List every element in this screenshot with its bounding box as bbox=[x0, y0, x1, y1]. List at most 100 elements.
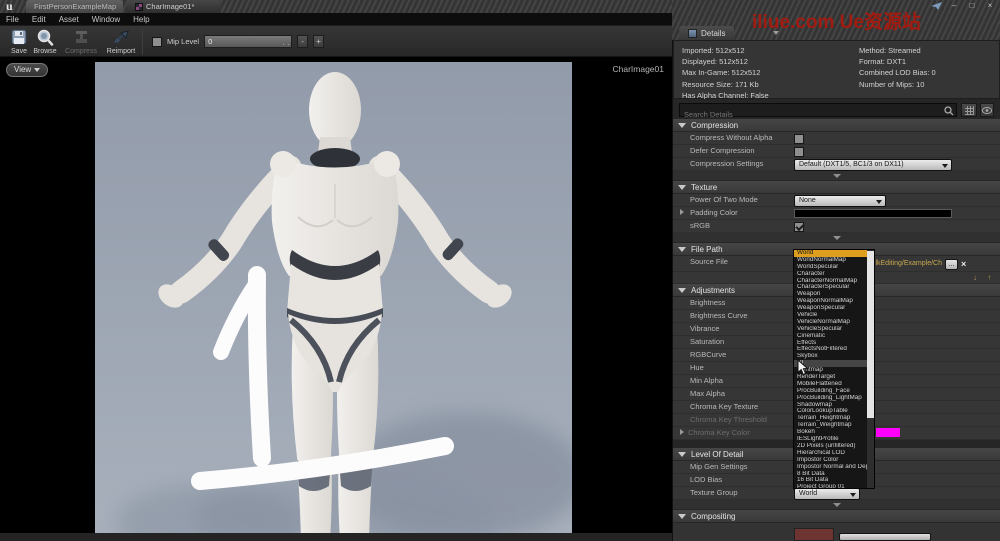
menu-item-window[interactable]: Window bbox=[92, 15, 120, 24]
texture-preview-image[interactable] bbox=[95, 62, 572, 541]
dropdown-item-2d-pixels-unfiltered[interactable]: 2D Pixels (unfiltered) bbox=[794, 443, 867, 450]
mip-level-increment-button[interactable]: + bbox=[313, 35, 324, 48]
menu-item-file[interactable]: File bbox=[6, 15, 19, 24]
browse-button[interactable]: Browse bbox=[28, 28, 62, 56]
compress-label: Compress bbox=[65, 48, 97, 55]
dropdown-item-ieslightprofile[interactable]: IESLightProfile bbox=[794, 436, 867, 443]
mip-level-label: Mip Level bbox=[167, 37, 199, 46]
dropdown-item-vehiclespecular[interactable]: VehicleSpecular bbox=[794, 326, 867, 333]
dropdown-item-impostor-normal-and-depth[interactable]: Impostor Normal and Depth bbox=[794, 464, 867, 471]
dropdown-item-world[interactable]: World bbox=[794, 250, 867, 257]
section-title: Compositing bbox=[691, 512, 735, 521]
minimize-button[interactable]: – bbox=[948, 1, 960, 11]
eye-icon bbox=[982, 107, 992, 114]
reimport-button[interactable]: Reimport bbox=[102, 28, 140, 56]
section-expander[interactable] bbox=[673, 171, 1000, 181]
dropdown-item-procbuilding-face[interactable]: ProcBuilding_Face bbox=[794, 388, 867, 395]
row-compress-without-alpha: Compress Without Alpha bbox=[673, 132, 1000, 145]
tab-details[interactable]: Details bbox=[679, 26, 734, 40]
texture-group-dropdown[interactable]: World bbox=[794, 488, 860, 500]
tab-charimage01[interactable]: CharImage01* bbox=[127, 0, 221, 13]
dropdown-item-effects[interactable]: Effects bbox=[794, 340, 867, 347]
chroma-key-color-swatch[interactable] bbox=[876, 428, 900, 437]
dropdown-item-weaponspecular[interactable]: WeaponSpecular bbox=[794, 305, 867, 312]
dropdown-item-hierarchical-lod[interactable]: Hierarchical LOD bbox=[794, 450, 867, 457]
dropdown-item-procbuilding-lightmap[interactable]: ProcBuilding_LightMap bbox=[794, 395, 867, 402]
view-options-button[interactable] bbox=[980, 103, 994, 117]
row-label: Power Of Two Mode bbox=[690, 195, 758, 204]
section-expander[interactable] bbox=[673, 233, 1000, 243]
section-title: Adjustments bbox=[691, 286, 735, 295]
view-menu-button[interactable]: View bbox=[6, 63, 48, 77]
section-expander[interactable] bbox=[673, 500, 1000, 510]
dropdown-item-8-bit-data[interactable]: 8 Bit Data bbox=[794, 471, 867, 478]
info-line-resource-size-171-kb: Resource Size: 171 Kb bbox=[682, 79, 769, 90]
menu-item-help[interactable]: Help bbox=[133, 15, 149, 24]
dropdown-item-impostor-color[interactable]: Impostor Color bbox=[794, 457, 867, 464]
dropdown-scrollbar[interactable] bbox=[867, 250, 874, 488]
dropdown-item-vehiclenormalmap[interactable]: VehicleNormalMap bbox=[794, 319, 867, 326]
dropdown-item-mobileflattened[interactable]: MobileFlattened bbox=[794, 381, 867, 388]
browse-file-button[interactable]: ... bbox=[945, 259, 958, 270]
window-controls: – □ × bbox=[931, 1, 996, 11]
close-button[interactable]: × bbox=[984, 1, 996, 11]
dropdown-item-characternormalmap[interactable]: CharacterNormalMap bbox=[794, 278, 867, 285]
chevron-down-icon bbox=[34, 68, 40, 72]
mip-level-decrement-button[interactable]: - bbox=[297, 35, 308, 48]
section-compositing[interactable]: Compositing bbox=[673, 510, 1000, 523]
padding-color-swatch[interactable] bbox=[794, 209, 952, 218]
dropdown-item-terrain-weightmap[interactable]: Terrain_Weightmap bbox=[794, 422, 867, 429]
section-compression[interactable]: Compression bbox=[673, 119, 1000, 132]
drag-handle-icon[interactable] bbox=[283, 39, 289, 45]
dropdown-item-characterspecular[interactable]: CharacterSpecular bbox=[794, 284, 867, 291]
dropdown-item-16-bit-data[interactable]: 16 Bit Data bbox=[794, 477, 867, 484]
power-of-two-mode-dropdown[interactable]: None bbox=[794, 195, 886, 207]
dropdown-item-worldspecular[interactable]: WorldSpecular bbox=[794, 264, 867, 271]
compression-settings-dropdown[interactable]: Default (DXT1/5, BC1/3 on DX11) bbox=[794, 159, 952, 171]
tab-firstpersonexamplemap[interactable]: FirstPersonExampleMap bbox=[26, 0, 123, 13]
dropdown-item-vehicle[interactable]: Vehicle bbox=[794, 312, 867, 319]
texture-viewport[interactable]: View CharImage01 bbox=[0, 57, 672, 541]
dropdown-item-terrain-heightmap[interactable]: Terrain_Heightmap bbox=[794, 415, 867, 422]
maximize-button[interactable]: □ bbox=[966, 1, 978, 11]
collapse-triangle-icon bbox=[678, 288, 686, 293]
info-line-method-streamed: Method: Streamed bbox=[859, 45, 936, 56]
dropdown-item-cinematic[interactable]: Cinematic bbox=[794, 333, 867, 340]
property-matrix-button[interactable] bbox=[961, 103, 977, 117]
mip-level-value: 0 bbox=[208, 37, 212, 46]
compress-without-alpha-checkbox[interactable] bbox=[794, 134, 804, 144]
defer-compression-checkbox[interactable] bbox=[794, 147, 804, 157]
info-line-format-dxt1: Format: DXT1 bbox=[859, 56, 936, 67]
search-icon bbox=[944, 106, 954, 116]
clear-file-icon[interactable]: × bbox=[961, 259, 966, 270]
dropdown-item-bokeh[interactable]: Bokeh bbox=[794, 429, 867, 436]
collapse-triangle-icon bbox=[678, 247, 686, 252]
mip-level-checkbox[interactable] bbox=[152, 37, 162, 47]
composite-mode-dropdown[interactable] bbox=[839, 533, 931, 541]
srgb-checkbox[interactable] bbox=[794, 222, 804, 232]
dropdown-item-project-group-01[interactable]: Project Group 01 bbox=[794, 484, 867, 488]
dropdown-item-colorlookuptable[interactable]: ColorLookupTable bbox=[794, 408, 867, 415]
menu-item-asset[interactable]: Asset bbox=[59, 15, 79, 24]
tab-label: CharImage01* bbox=[146, 0, 194, 13]
scrollbar-thumb[interactable] bbox=[867, 251, 874, 418]
mip-level-spinner[interactable]: 0 bbox=[204, 35, 292, 48]
dropdown-item-shadowmap[interactable]: Shadowmap bbox=[794, 402, 867, 409]
dropdown-item-worldnormalmap[interactable]: WorldNormalMap bbox=[794, 257, 867, 264]
menu-item-edit[interactable]: Edit bbox=[32, 15, 46, 24]
reimport-icon bbox=[113, 29, 130, 45]
dropdown-item-effectsnotfiltered[interactable]: EffectsNotFiltered bbox=[794, 346, 867, 353]
composite-texture-swatch[interactable] bbox=[794, 528, 834, 541]
dropdown-item-weapon[interactable]: Weapon bbox=[794, 291, 867, 298]
reimport-label: Reimport bbox=[107, 48, 135, 55]
search-details-input[interactable] bbox=[679, 103, 957, 117]
browse-label: Browse bbox=[33, 48, 56, 55]
compress-button: Compress bbox=[62, 28, 100, 56]
dropdown-item-character[interactable]: Character bbox=[794, 271, 867, 278]
feedback-icon[interactable] bbox=[931, 2, 942, 10]
section-title: File Path bbox=[691, 245, 723, 254]
section-texture[interactable]: Texture bbox=[673, 181, 1000, 194]
export-import-arrows-icon[interactable]: ↓ ↑ bbox=[973, 272, 995, 283]
dropdown-item-weaponnormalmap[interactable]: WeaponNormalMap bbox=[794, 298, 867, 305]
toolbar: Save Browse Compress Reimport bbox=[0, 25, 672, 57]
